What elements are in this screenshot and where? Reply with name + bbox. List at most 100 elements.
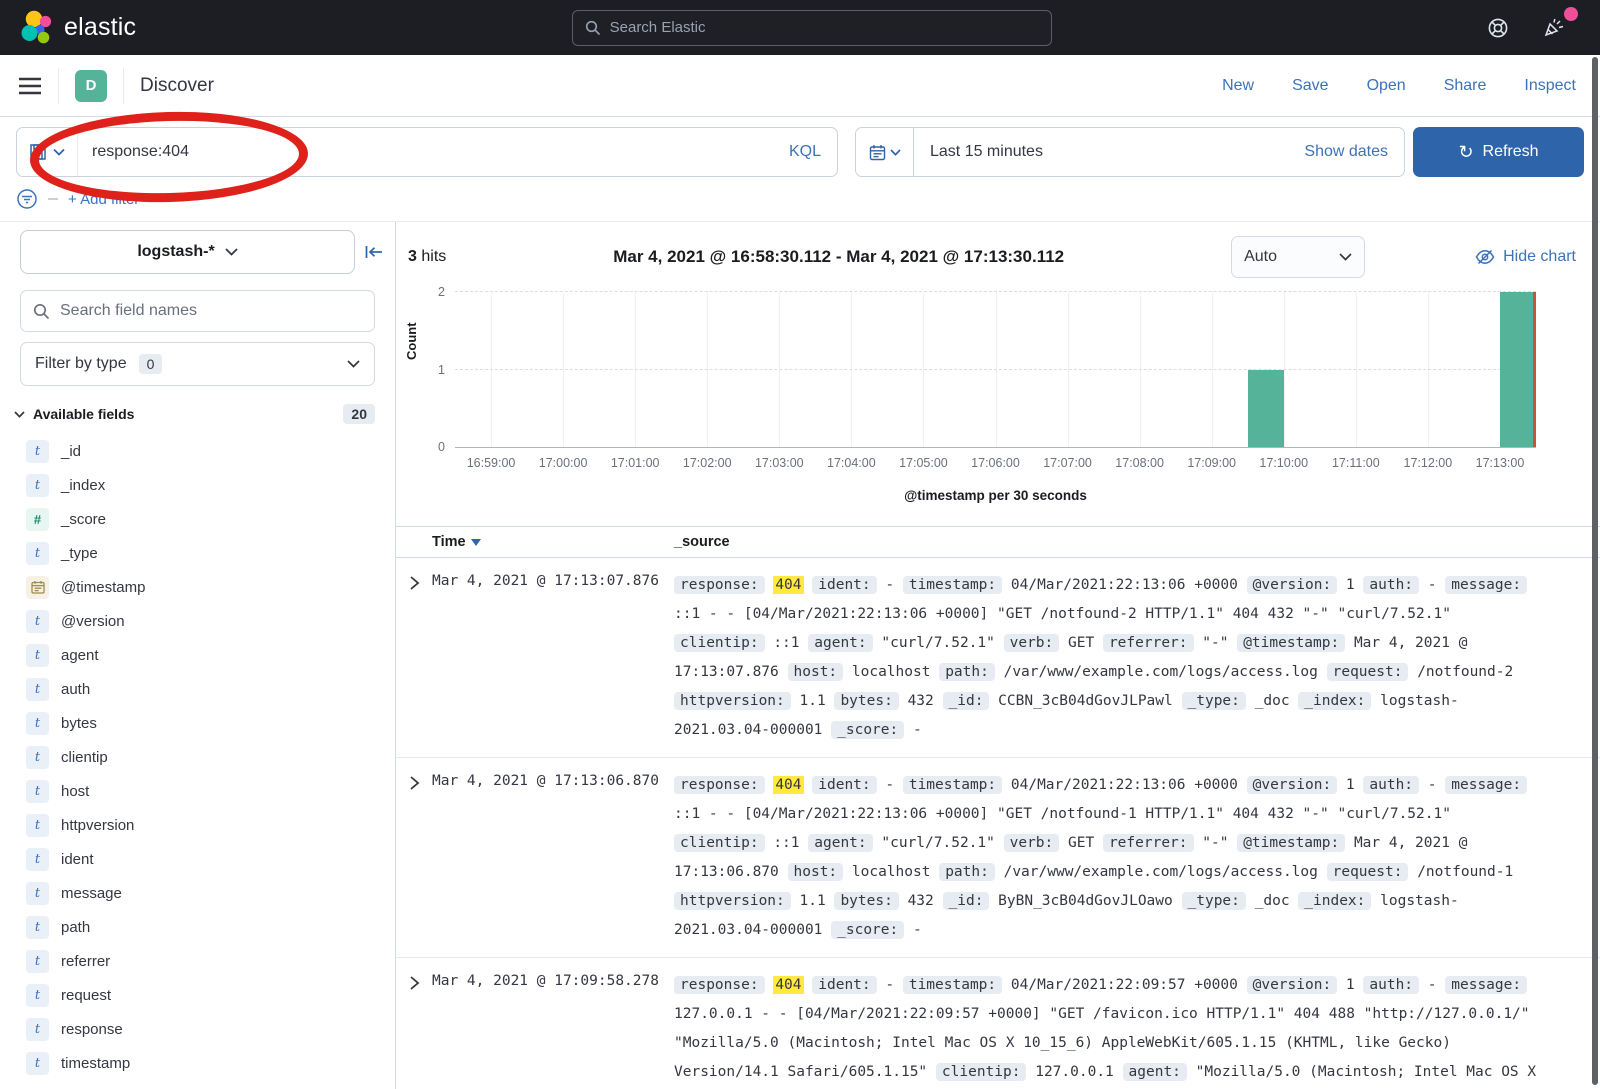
results-panel: 3 hits Mar 4, 2021 @ 16:58:30.112 - Mar … [396,222,1600,1089]
time-column-header[interactable]: Time [432,534,674,550]
query-input[interactable]: response:404 KQL [16,127,838,177]
time-range-display[interactable]: Last 15 minutes Show dates [913,127,1405,177]
brand[interactable]: elastic [20,10,136,46]
chart-gridline [1284,292,1285,447]
field-name: @version [61,613,125,630]
chart-gridline [1428,292,1429,447]
field-list-item[interactable]: tagent [26,638,395,672]
source-field-pill: ident: [812,976,876,994]
source-field-pill: httpversion: [674,692,791,710]
table-row: Mar 4, 2021 @ 17:09:58.278response: 404 … [396,958,1600,1089]
expand-row-icon[interactable] [396,571,432,745]
newsfeed-icon[interactable] [1543,16,1566,39]
y-axis-tick-label: 2 [438,285,445,299]
document-table: Mar 4, 2021 @ 17:13:07.876response: 404 … [396,558,1600,1089]
field-name: timestamp [61,1055,130,1072]
field-list-item[interactable]: t_type [26,536,395,570]
nav-action-open[interactable]: Open [1367,77,1406,95]
saved-query-icon [29,143,47,161]
source-field-pill: bytes: [834,692,898,710]
field-list-item[interactable]: ttimestamp [26,1046,395,1080]
source-field-pill: ident: [812,776,876,794]
field-list-item[interactable]: tclientip [26,740,395,774]
chart-gridline [779,292,780,447]
source-field-pill: timestamp: [903,576,1002,594]
scrollbar[interactable] [1592,57,1598,1085]
discover-app-badge[interactable]: D [75,70,107,102]
source-field-pill: referrer: [1103,834,1194,852]
collapse-sidebar-icon[interactable] [365,245,383,259]
field-list-item[interactable]: trequest [26,978,395,1012]
field-list-item[interactable]: tident [26,842,395,876]
field-list-item[interactable]: treferrer [26,944,395,978]
saved-query-menu-button[interactable] [17,128,78,176]
source-field-pill: message: [1445,576,1527,594]
hide-chart-button[interactable]: Hide chart [1475,248,1576,266]
row-source: response: 404 ident: - timestamp: 04/Mar… [674,571,1600,745]
nav-action-share[interactable]: Share [1444,77,1487,95]
source-field-pill: path: [939,663,995,681]
menu-icon[interactable] [18,76,42,96]
field-list-item[interactable]: @timestamp [26,570,395,604]
chart-gridline [1356,292,1357,447]
histogram-bar[interactable] [1248,370,1284,448]
global-search-input[interactable]: Search Elastic [572,10,1052,46]
brand-name: elastic [64,13,136,42]
field-search-input[interactable]: Search field names [20,290,375,332]
x-axis-tick-label: 17:13:00 [1476,456,1525,470]
chart-gridline [491,292,492,447]
field-list-item[interactable]: thost [26,774,395,808]
expand-row-icon[interactable] [396,971,432,1089]
nav-actions: New Save Open Share Inspect [1222,77,1576,95]
refresh-button[interactable]: ↻ Refresh [1413,127,1584,177]
query-text[interactable]: response:404 [78,143,789,161]
x-axis-tick-label: 17:07:00 [1043,456,1092,470]
field-name: path [61,919,90,936]
x-axis-tick-label: 17:09:00 [1187,456,1236,470]
field-list-item[interactable]: tresponse [26,1012,395,1046]
add-filter-button[interactable]: + Add filter [68,191,139,208]
field-list-item[interactable]: t_id [26,434,395,468]
date-picker-button[interactable] [855,127,913,177]
source-field-pill: host: [788,863,844,881]
filter-by-type-count-badge: 0 [139,354,163,374]
field-list-item[interactable]: tauth [26,672,395,706]
chevron-down-icon [890,149,901,156]
text-field-type-icon: t [26,984,49,1007]
field-list-item[interactable]: thttpversion [26,808,395,842]
nav-action-new[interactable]: New [1222,77,1254,95]
divider [58,68,59,104]
text-field-type-icon: t [26,916,49,939]
text-field-type-icon: t [26,542,49,565]
filter-by-type-select[interactable]: Filter by type 0 [20,342,375,386]
interval-select[interactable]: Auto [1231,236,1365,278]
field-list-item[interactable]: t@version [26,604,395,638]
chart-gridline [563,292,564,447]
show-dates-button[interactable]: Show dates [1304,143,1388,161]
chart-gridline [996,292,997,447]
filter-icon[interactable] [16,188,38,210]
chevron-down-icon [347,360,360,368]
nav-action-inspect[interactable]: Inspect [1524,77,1576,95]
help-icon[interactable] [1487,17,1509,39]
available-fields-header[interactable]: Available fields 20 [14,404,375,424]
source-field-pill: _id: [943,892,990,910]
index-pattern-select[interactable]: logstash-* [20,230,355,274]
x-axis-tick-label: 17:10:00 [1259,456,1308,470]
field-list-item[interactable]: tbytes [26,706,395,740]
chart-plot-area[interactable]: 16:59:0017:00:0017:01:0017:02:0017:03:00… [455,292,1536,448]
highlighted-value: 404 [773,576,803,594]
time-range-value[interactable]: Last 15 minutes [930,143,1043,161]
row-time: Mar 4, 2021 @ 17:13:07.876 [432,571,674,745]
field-list-item[interactable]: #_score [26,502,395,536]
field-list-item[interactable]: t_index [26,468,395,502]
source-field-pill: _type: [1182,892,1246,910]
search-icon [33,303,50,320]
query-language-button[interactable]: KQL [789,143,837,161]
histogram-bar[interactable] [1500,292,1536,447]
expand-row-icon[interactable] [396,771,432,945]
field-list-item[interactable]: tmessage [26,876,395,910]
y-axis-title: Count [404,322,419,360]
field-list-item[interactable]: tpath [26,910,395,944]
nav-action-save[interactable]: Save [1292,77,1328,95]
